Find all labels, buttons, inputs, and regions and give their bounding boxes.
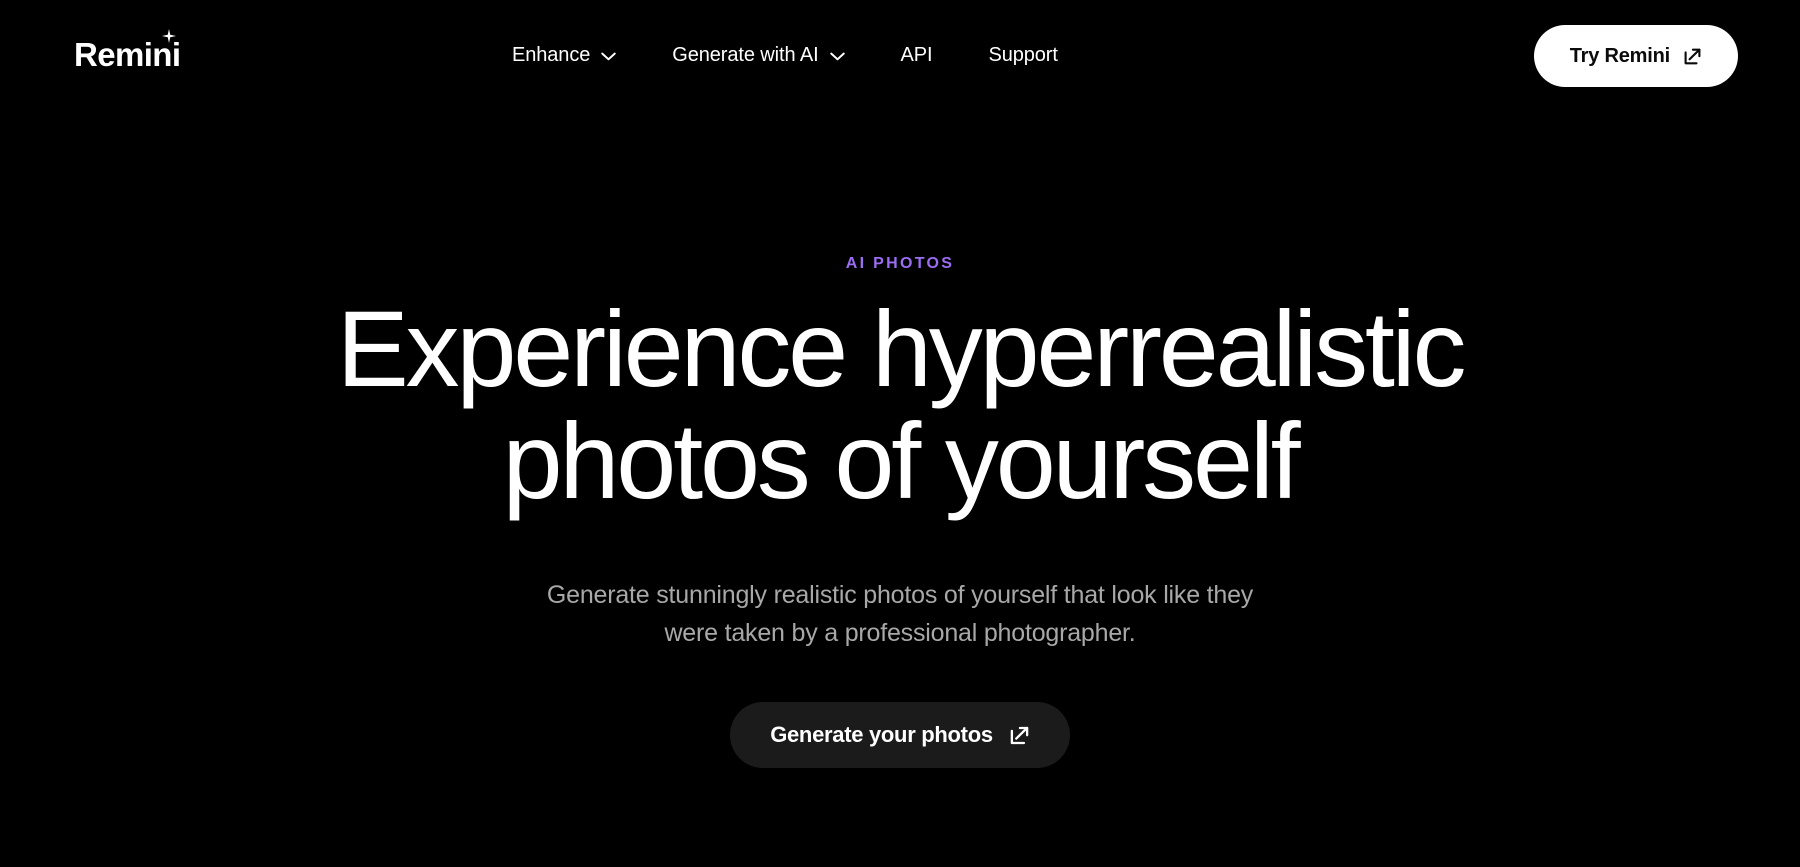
chevron-down-icon [829, 52, 845, 61]
try-remini-label: Try Remini [1569, 44, 1670, 67]
hero-subtitle-line-2: were taken by a professional photographe… [664, 618, 1136, 647]
chevron-down-icon [601, 52, 616, 61]
nav-item-label: Generate with AI [672, 43, 819, 66]
nav-item-label: Support [988, 43, 1058, 66]
main-nav: Enhance Generate with AI API Support [510, 0, 1060, 110]
hero-section: AI PHOTOS Experience hyperrealistic phot… [0, 110, 1800, 867]
site-header: Remini Enhance Generate with AI API Supp… [0, 0, 1800, 110]
hero-eyebrow: AI PHOTOS [845, 255, 955, 272]
brand-name: Remini [74, 36, 181, 73]
hero-headline-line-1: Experience hyperrealistic [336, 288, 1467, 409]
nav-item-api[interactable]: API [899, 38, 935, 73]
try-remini-button[interactable]: Try Remini [1533, 25, 1738, 87]
generate-your-photos-label: Generate your photos [770, 721, 993, 747]
hero-headline-line-2: photos of yourself [502, 400, 1301, 522]
nav-item-generate-with-ai[interactable]: Generate with AI [670, 38, 846, 73]
nav-item-label: API [900, 43, 933, 66]
brand-logo[interactable]: Remini [74, 29, 181, 73]
nav-item-support[interactable]: Support [986, 38, 1059, 73]
nav-item-enhance[interactable]: Enhance [510, 38, 618, 73]
hero-subtitle: Generate stunningly realistic photos of … [425, 576, 1375, 652]
hero-subtitle-line-1: Generate stunningly realistic photos of … [546, 580, 1254, 609]
hero-headline: Experience hyperrealistic photos of your… [250, 292, 1550, 522]
page-root: Remini Enhance Generate with AI API Supp… [0, 0, 1800, 867]
nav-item-label: Enhance [512, 43, 591, 66]
external-link-icon [1009, 725, 1030, 746]
generate-your-photos-button[interactable]: Generate your photos [730, 701, 1070, 768]
external-link-icon [1683, 47, 1702, 66]
